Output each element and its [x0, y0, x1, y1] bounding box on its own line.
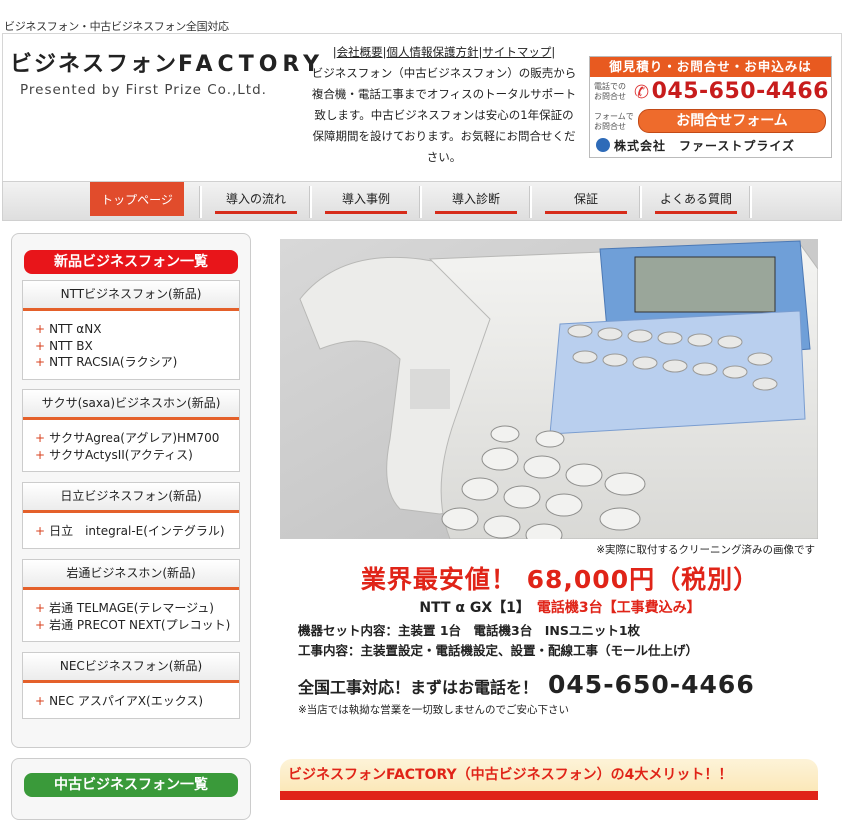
logo-title-jp: ビジネスフォン	[10, 52, 179, 77]
nav-underline	[655, 211, 737, 214]
header-intro: |会社概要|個人情報保護方針|サイトマップ| ビジネスフォン（中古ビジネスフォン…	[311, 42, 577, 168]
sidebar-used-title: 中古ビジネスフォン一覧	[24, 773, 238, 797]
product-detail: 機器セット内容：主装置 1台 電話機3台 INSユニット1枚 工事内容：主装置設…	[298, 621, 698, 661]
category-ntt: NTTビジネスフォン(新品) + NTT αNX + NTT BX + NTT RAC…	[22, 280, 240, 380]
link-privacy[interactable]: 個人情報保護方針	[387, 45, 479, 59]
nav-separator	[309, 186, 312, 218]
main-nav: トップページ 導入の流れ 導入事例 導入診断 保証 よくある質問	[2, 181, 842, 221]
list-item[interactable]: + 日立 integral-E(インテグラル)	[35, 523, 239, 540]
logo-title: ビジネスフォンFACTORY	[10, 46, 324, 78]
contact-heading: 御見積り・お問合せ・お申込みは	[590, 57, 831, 77]
phone-icon: ✆	[634, 82, 650, 103]
category-heading[interactable]: サクサ(saxa)ビジネスホン(新品)	[23, 390, 239, 420]
category-heading[interactable]: 日立ビジネスフォン(新品)	[23, 483, 239, 513]
photo-caption: ※実際に取付するクリーニング済みの画像です	[596, 544, 815, 556]
site-logo[interactable]: ビジネスフォンFACTORY Presented by First Prize …	[10, 46, 324, 98]
link-company[interactable]: 会社概要	[337, 45, 383, 59]
call-to-action: 全国工事対応！まずはお電話を！ 045-650-4466	[298, 670, 755, 699]
sales-note: ※当店では執拗な営業を一切致しませんのでご安心下さい	[298, 704, 569, 716]
company-name: 株式会社 ファーストプライズ	[596, 137, 795, 154]
nav-diagnosis[interactable]: 導入診断	[429, 186, 523, 214]
header-links: |会社概要|個人情報保護方針|サイトマップ|	[332, 45, 556, 59]
tel-label: 電話での お問合せ	[594, 82, 626, 101]
nav-separator	[199, 186, 202, 218]
nav-underline	[215, 211, 297, 214]
link-sitemap[interactable]: サイトマップ	[482, 45, 551, 59]
form-label: フォームで お問合せ	[594, 112, 634, 131]
list-item[interactable]: + NTT RACSIA(ラクシア)	[35, 354, 239, 371]
merit-heading: ビジネスフォンFACTORY（中古ビジネスフォン）の4大メリット！！	[280, 759, 818, 791]
list-item[interactable]: + NEC アスパイアX(エックス)	[35, 693, 239, 710]
contact-box: 御見積り・お問合せ・お申込みは 電話での お問合せ ✆045-650-4466 …	[589, 56, 832, 158]
list-item[interactable]: + サクサAgrea(アグレア)HM700	[35, 430, 239, 447]
list-item[interactable]: + NTT BX	[35, 338, 239, 355]
nav-top[interactable]: トップページ	[90, 182, 184, 216]
nav-faq-label: よくある質問	[659, 192, 732, 206]
model-name: NTT α GX【1】	[419, 600, 523, 616]
sidebar-used: 中古ビジネスフォン一覧	[11, 758, 251, 820]
product-photo	[280, 239, 818, 539]
detail-equipment: 機器セット内容：主装置 1台 電話機3台 INSユニット1枚	[298, 623, 641, 638]
phone-number[interactable]: ✆045-650-4466	[634, 79, 829, 104]
model-package: 電話機3台【工事費込み】	[536, 600, 701, 616]
business-phone-image	[280, 239, 818, 539]
nav-top-label: トップページ	[101, 193, 173, 207]
company-logo-icon	[596, 138, 610, 152]
category-hitachi: 日立ビジネスフォン(新品) + 日立 integral-E(インテグラル)	[22, 482, 240, 549]
detail-work: 工事内容：主装置設定・電話機設定、設置・配線工事（モール仕上げ）	[298, 643, 699, 658]
top-tagline: ビジネスフォン・中古ビジネスフォン全国対応	[4, 20, 229, 33]
nav-flow[interactable]: 導入の流れ	[209, 186, 303, 214]
merit-divider	[280, 791, 818, 800]
nav-cases[interactable]: 導入事例	[319, 186, 413, 214]
list-item[interactable]: + 岩通 TELMAGE(テレマージュ)	[35, 600, 239, 617]
logo-title-en: FACTORY	[178, 52, 325, 77]
category-heading[interactable]: NECビジネスフォン(新品)	[23, 653, 239, 683]
contact-form-button[interactable]: お問合せフォーム	[638, 109, 826, 133]
call-number[interactable]: 045-650-4466	[548, 670, 755, 699]
category-heading[interactable]: NTTビジネスフォン(新品)	[23, 281, 239, 311]
nav-warranty[interactable]: 保証	[539, 186, 633, 214]
category-saxa: サクサ(saxa)ビジネスホン(新品) + サクサAgrea(アグレア)HM700…	[22, 389, 240, 472]
category-heading[interactable]: 岩通ビジネスホン(新品)	[23, 560, 239, 590]
nav-warranty-label: 保証	[573, 192, 598, 206]
category-iwatsu: 岩通ビジネスホン(新品) + 岩通 TELMAGE(テレマージュ) + 岩通 PRE…	[22, 559, 240, 642]
price-headline: 業界最安値！ 68,000円（税別）	[360, 565, 760, 594]
phone-number-text: 045-650-4466	[651, 79, 829, 104]
company-name-text: 株式会社 ファーストプライズ	[614, 139, 796, 153]
nav-diagnosis-label: 導入診断	[451, 192, 500, 206]
nav-separator	[419, 186, 422, 218]
product-model: NTT α GX【1】 電話機3台【工事費込み】	[280, 597, 840, 617]
sidebar-new-title: 新品ビジネスフォン一覧	[24, 250, 238, 274]
nav-cases-label: 導入事例	[341, 192, 390, 206]
nav-flow-label: 導入の流れ	[225, 192, 286, 206]
nav-underline	[435, 211, 517, 214]
nav-underline	[325, 211, 407, 214]
nav-separator	[529, 186, 532, 218]
category-nec: NECビジネスフォン(新品) + NEC アスパイアX(エックス)	[22, 652, 240, 719]
call-text: 全国工事対応！まずはお電話を！	[298, 678, 539, 697]
nav-faq[interactable]: よくある質問	[649, 186, 743, 214]
list-item[interactable]: + NTT αNX	[35, 321, 239, 338]
nav-underline	[545, 211, 627, 214]
sidebar-new: 新品ビジネスフォン一覧 NTTビジネスフォン(新品) + NTT αNX + NTT…	[11, 233, 251, 748]
intro-text: ビジネスフォン（中古ビジネスフォン）の販売から複合機・電話工事までオフィスのトー…	[311, 66, 577, 164]
nav-separator	[639, 186, 642, 218]
list-item[interactable]: + 岩通 PRECOT NEXT(プレコット)	[35, 617, 239, 634]
nav-separator	[749, 186, 752, 218]
logo-subtitle: Presented by First Prize Co.,Ltd.	[20, 82, 267, 98]
list-item[interactable]: + サクサActysII(アクティス)	[35, 447, 239, 464]
